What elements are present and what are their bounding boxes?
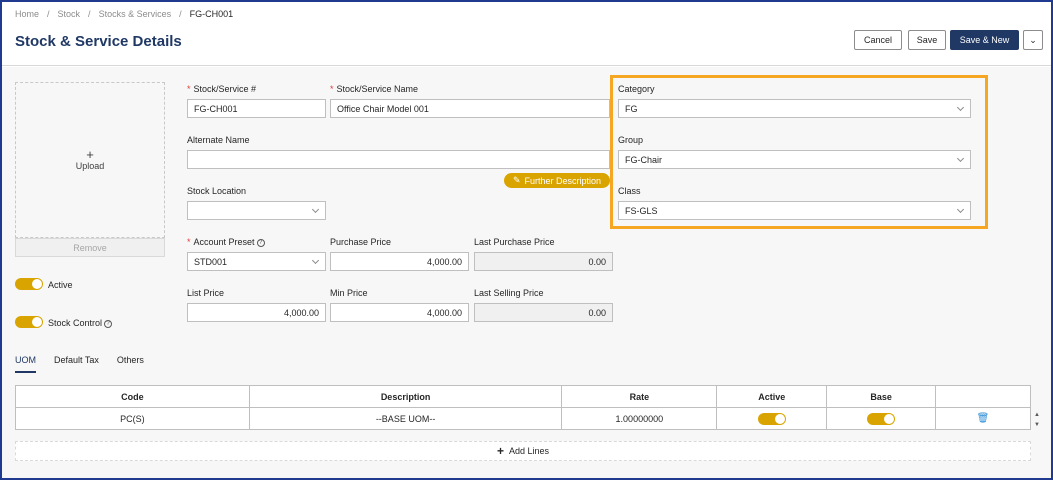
stock-number-label: Stock/Service # bbox=[193, 84, 257, 94]
stock-number-label-wrap: * Stock/Service # bbox=[187, 84, 257, 94]
alternate-name-label: Alternate Name bbox=[187, 135, 250, 145]
add-lines-button[interactable]: + Add Lines bbox=[15, 441, 1031, 461]
plus-icon: + bbox=[496, 444, 504, 458]
breadcrumb-home[interactable]: Home bbox=[15, 9, 39, 19]
column-header-active: Active bbox=[716, 385, 828, 408]
highlight-box bbox=[610, 75, 988, 229]
column-header-rate: Rate bbox=[561, 385, 718, 408]
tab-default-tax[interactable]: Default Tax bbox=[54, 355, 99, 373]
image-upload-area[interactable]: + Upload bbox=[15, 82, 165, 238]
active-toggle[interactable] bbox=[15, 278, 43, 290]
last-purchase-price-field: 0.00 bbox=[474, 252, 613, 271]
cell-description[interactable]: --BASE UOM-- bbox=[248, 407, 563, 430]
account-preset-select[interactable]: STD001 bbox=[187, 252, 326, 271]
scroll-down-icon[interactable]: ▼ bbox=[1033, 420, 1041, 430]
breadcrumb-stock[interactable]: Stock bbox=[58, 9, 81, 19]
stock-name-label: Stock/Service Name bbox=[336, 84, 419, 94]
stock-location-label: Stock Location bbox=[187, 186, 247, 196]
breadcrumb-current: FG-CH001 bbox=[189, 9, 234, 19]
help-icon[interactable]: ? bbox=[104, 319, 113, 328]
table-scrollbar[interactable]: ▲ ▼ bbox=[1033, 410, 1041, 430]
column-header-description: Description bbox=[248, 385, 563, 408]
stock-location-select[interactable] bbox=[187, 201, 326, 220]
pencil-icon: ✎ bbox=[512, 175, 521, 185]
cell-actions: 🗑 bbox=[935, 407, 1031, 430]
page-header: Home / Stock / Stocks & Services / FG-CH001… bbox=[2, 2, 1051, 66]
min-price-label: Min Price bbox=[330, 288, 368, 298]
chevron-down-icon: ⌄ bbox=[1029, 34, 1037, 45]
cell-base bbox=[826, 407, 937, 430]
more-options-button[interactable]: ⌄ bbox=[1023, 30, 1043, 50]
add-lines-label: Add Lines bbox=[508, 446, 550, 456]
column-header-base: Base bbox=[826, 385, 937, 408]
account-preset-label: Account Preset bbox=[193, 237, 255, 247]
breadcrumb: Home / Stock / Stocks & Services / FG-CH001 bbox=[15, 9, 234, 19]
tab-others[interactable]: Others bbox=[117, 355, 144, 373]
breadcrumb-stocks-services[interactable]: Stocks & Services bbox=[99, 9, 172, 19]
column-header-code: Code bbox=[15, 385, 250, 408]
min-price-field[interactable]: 4,000.00 bbox=[330, 303, 469, 322]
alternate-name-field[interactable] bbox=[187, 150, 610, 169]
stock-control-label: Stock Control bbox=[48, 318, 103, 328]
stock-name-field[interactable]: Office Chair Model 001 bbox=[330, 99, 610, 118]
upload-label: Upload bbox=[75, 161, 105, 171]
list-price-field[interactable]: 4,000.00 bbox=[187, 303, 326, 322]
remove-image-button[interactable]: Remove bbox=[15, 238, 165, 257]
table-row: PC(S) --BASE UOM-- 1.00000000 🗑 bbox=[15, 407, 1031, 430]
purchase-price-label: Purchase Price bbox=[330, 237, 392, 247]
help-icon[interactable]: ? bbox=[256, 238, 265, 247]
stock-control-label-wrap: Stock Control? bbox=[48, 318, 113, 328]
purchase-price-field[interactable]: 4,000.00 bbox=[330, 252, 469, 271]
cell-rate[interactable]: 1.00000000 bbox=[561, 407, 718, 430]
row-base-toggle[interactable] bbox=[867, 412, 896, 425]
trash-icon[interactable]: 🗑 bbox=[977, 413, 990, 424]
tab-uom[interactable]: UOM bbox=[15, 355, 36, 373]
column-header-actions bbox=[935, 385, 1031, 408]
chevron-down-icon bbox=[311, 256, 320, 265]
cell-active bbox=[716, 407, 828, 430]
row-active-toggle[interactable] bbox=[757, 412, 786, 425]
scroll-up-icon[interactable]: ▲ bbox=[1033, 410, 1041, 420]
stock-number-field[interactable]: FG-CH001 bbox=[187, 99, 326, 118]
stock-name-label-wrap: * Stock/Service Name bbox=[330, 84, 419, 94]
last-purchase-price-label: Last Purchase Price bbox=[474, 237, 555, 247]
cancel-button[interactable]: Cancel bbox=[854, 30, 902, 50]
chevron-down-icon bbox=[311, 205, 320, 214]
account-preset-label-wrap: * Account Preset? bbox=[187, 237, 265, 247]
stock-control-toggle[interactable] bbox=[15, 316, 43, 328]
tab-bar: UOM Default Tax Others bbox=[15, 355, 144, 373]
table-header-row: Code Description Rate Active Base bbox=[15, 385, 1031, 408]
active-label: Active bbox=[48, 280, 73, 290]
list-price-label: List Price bbox=[187, 288, 225, 298]
further-description-label: Further Description bbox=[524, 175, 602, 186]
save-and-new-button[interactable]: Save & New bbox=[950, 30, 1019, 50]
further-description-button[interactable]: ✎ Further Description bbox=[504, 173, 610, 188]
page-title: Stock & Service Details bbox=[15, 33, 182, 50]
plus-icon: + bbox=[86, 147, 94, 162]
save-button[interactable]: Save bbox=[908, 30, 946, 50]
last-selling-price-label: Last Selling Price bbox=[474, 288, 544, 298]
uom-table: Code Description Rate Active Base PC(S) … bbox=[15, 385, 1031, 430]
account-preset-value: STD001 bbox=[194, 256, 228, 267]
cell-code[interactable]: PC(S) bbox=[15, 407, 250, 430]
last-selling-price-field: 0.00 bbox=[474, 303, 613, 322]
